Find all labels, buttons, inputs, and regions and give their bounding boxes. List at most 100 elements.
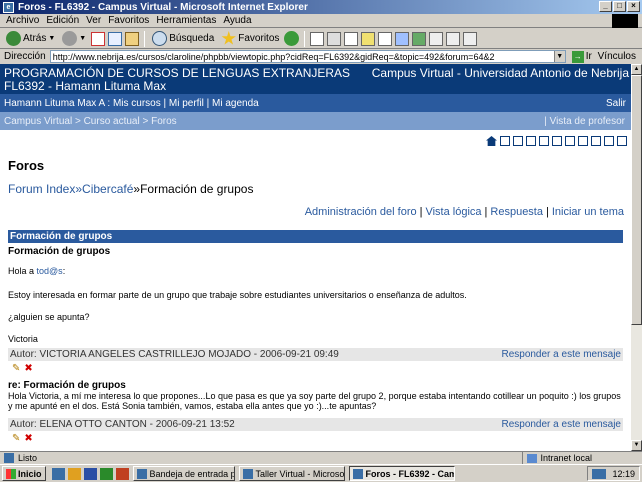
task-inbox[interactable]: Bandeja de entrada para ... — [132, 466, 235, 481]
home-icon[interactable] — [486, 136, 497, 146]
copy-icon[interactable] — [446, 31, 461, 46]
chat-icon[interactable] — [604, 136, 614, 146]
chevron-down-icon[interactable]: ▼ — [553, 51, 565, 62]
mail-icon[interactable] — [310, 31, 325, 46]
chevron-down-icon[interactable]: ▼ — [79, 35, 86, 42]
research-icon[interactable] — [378, 31, 393, 46]
media-icon[interactable] — [115, 467, 129, 480]
ie-icon: e — [3, 1, 14, 13]
paste-icon[interactable] — [463, 31, 478, 46]
links-icon[interactable] — [552, 136, 562, 146]
discuss-icon[interactable] — [361, 31, 376, 46]
scroll-up-button[interactable]: ▲ — [631, 64, 642, 75]
campus-title[interactable]: Campus Virtual - Universidad Antonio de … — [372, 67, 629, 80]
menu-herramientas[interactable]: Herramientas — [154, 15, 221, 26]
post-body: Estoy interesada en formar parte de un g… — [8, 290, 467, 300]
excel-icon[interactable] — [99, 467, 113, 480]
logical-view-link[interactable]: Vista lógica — [425, 206, 481, 218]
messenger-icon[interactable] — [395, 31, 410, 46]
links-button[interactable]: Vínculos — [598, 51, 636, 62]
menu-archivo[interactable]: Archivo — [4, 15, 44, 26]
maximize-button[interactable]: □ — [613, 1, 626, 12]
admin-forum-link[interactable]: Administración del foro — [305, 206, 417, 218]
ie-quicklaunch-icon[interactable] — [51, 467, 65, 480]
post-title: Formación de grupos — [8, 246, 111, 257]
agenda-icon[interactable] — [500, 136, 510, 146]
windows-logo-icon — [612, 14, 638, 28]
back-button[interactable]: Atrás ▼ — [4, 30, 57, 48]
outlook-icon[interactable] — [67, 467, 81, 480]
window-title-bar[interactable]: e Foros - FL6392 - Campus Virtual - Micr… — [0, 0, 642, 14]
chevron-down-icon[interactable]: ▼ — [48, 35, 55, 42]
task-taller-virtual[interactable]: Taller Virtual - Microsoft ... — [238, 466, 345, 481]
forward-arrow-icon — [62, 31, 78, 46]
exercises-icon[interactable] — [539, 136, 549, 146]
post-author-bar: Autor: VICTORIA ANGELES CASTRILLEJO MOJA… — [8, 348, 623, 361]
address-label: Dirección — [4, 51, 46, 62]
breadcrumb: Campus Virtual > Curso actual > Foros | … — [0, 112, 631, 130]
delete-icon[interactable]: ✖ — [24, 433, 32, 444]
toolbar-separator — [304, 30, 306, 47]
stop-icon[interactable] — [91, 31, 106, 46]
documents-icon[interactable] — [526, 136, 536, 146]
menu-ayuda[interactable]: Ayuda — [221, 15, 256, 26]
reply-to-post-link[interactable]: Responder a este mensaje — [501, 418, 621, 431]
page-ie-icon — [4, 453, 14, 463]
course-title[interactable]: PROGRAMACIÓN DE CURSOS DE LENGUAS EXTRAN… — [4, 67, 350, 93]
mail-app-icon — [136, 468, 147, 479]
wiki-icon[interactable] — [617, 136, 627, 146]
groups-icon[interactable] — [578, 136, 588, 146]
cut-icon[interactable] — [429, 31, 444, 46]
menu-ver[interactable]: Ver — [84, 15, 106, 26]
taskbar: Inicio Bandeja de entrada para ... Talle… — [0, 464, 642, 482]
close-button[interactable]: × — [627, 1, 640, 12]
scroll-down-button[interactable]: ▼ — [631, 440, 642, 451]
users-icon[interactable] — [591, 136, 601, 146]
go-button[interactable]: → Ir — [571, 50, 592, 63]
home-icon[interactable] — [125, 31, 140, 46]
pencil-icon[interactable]: ✎ — [12, 433, 20, 444]
ie-app-icon — [242, 468, 253, 479]
windows-flag-icon — [6, 468, 16, 479]
go-label: Ir — [585, 51, 592, 62]
forward-button[interactable]: ▼ — [60, 30, 88, 48]
teacher-view-link[interactable]: | Vista de profesor — [544, 116, 625, 127]
forum-index-link[interactable]: Forum Index — [8, 182, 75, 196]
menu-favoritos[interactable]: Favoritos — [106, 15, 154, 26]
pencil-icon[interactable]: ✎ — [12, 363, 20, 374]
star-icon — [221, 31, 236, 45]
menu-bar: Archivo Edición Ver Favoritos Herramient… — [0, 14, 642, 28]
post-question: ¿alguien se apunta? — [8, 312, 90, 322]
announcements-icon[interactable] — [513, 136, 523, 146]
course-code: FL6392 - Hamann Lituma Max — [4, 79, 167, 93]
delete-icon[interactable]: ✖ — [24, 363, 32, 374]
history-icon[interactable] — [284, 31, 300, 46]
user-menu[interactable]: Hamann Lituma Max A : Mis cursos | Mi pe… — [4, 98, 259, 109]
new-topic-link[interactable]: Iniciar un tema — [552, 206, 624, 218]
scroll-thumb[interactable] — [631, 75, 642, 325]
word-icon[interactable] — [83, 467, 97, 480]
breadcrumb-links[interactable]: Campus Virtual > Curso actual > Foros — [4, 116, 177, 127]
start-button[interactable]: Inicio — [2, 466, 46, 481]
forums-icon[interactable] — [565, 136, 575, 146]
language-icon[interactable] — [592, 468, 607, 479]
everyone-link[interactable]: tod@s — [37, 266, 63, 276]
font-icon[interactable] — [412, 31, 427, 46]
favorites-button[interactable]: Favoritos — [219, 30, 281, 48]
minimize-button[interactable]: _ — [599, 1, 612, 12]
reply-to-post-link[interactable]: Responder a este mensaje — [501, 348, 621, 361]
refresh-icon[interactable] — [108, 31, 123, 46]
security-zone: Intranet local — [522, 452, 592, 464]
task-foros[interactable]: Foros - FL6392 - Camp... — [348, 466, 455, 481]
edit-icon[interactable] — [344, 31, 359, 46]
forum-cibercafe-link[interactable]: »Cibercafé — [75, 182, 133, 196]
reply-link[interactable]: Respuesta — [490, 206, 543, 218]
system-tray: 12:19 — [587, 466, 640, 481]
vertical-scrollbar[interactable]: ▲ ▼ — [631, 64, 642, 451]
menu-edicion[interactable]: Edición — [44, 15, 84, 26]
print-icon[interactable] — [327, 31, 342, 46]
search-button[interactable]: Búsqueda — [150, 30, 216, 48]
window-controls: _ □ × — [599, 1, 640, 12]
address-input[interactable]: http://www.nebrija.es/cursos/claroline/p… — [49, 50, 566, 63]
logout-link[interactable]: Salir — [606, 98, 626, 109]
